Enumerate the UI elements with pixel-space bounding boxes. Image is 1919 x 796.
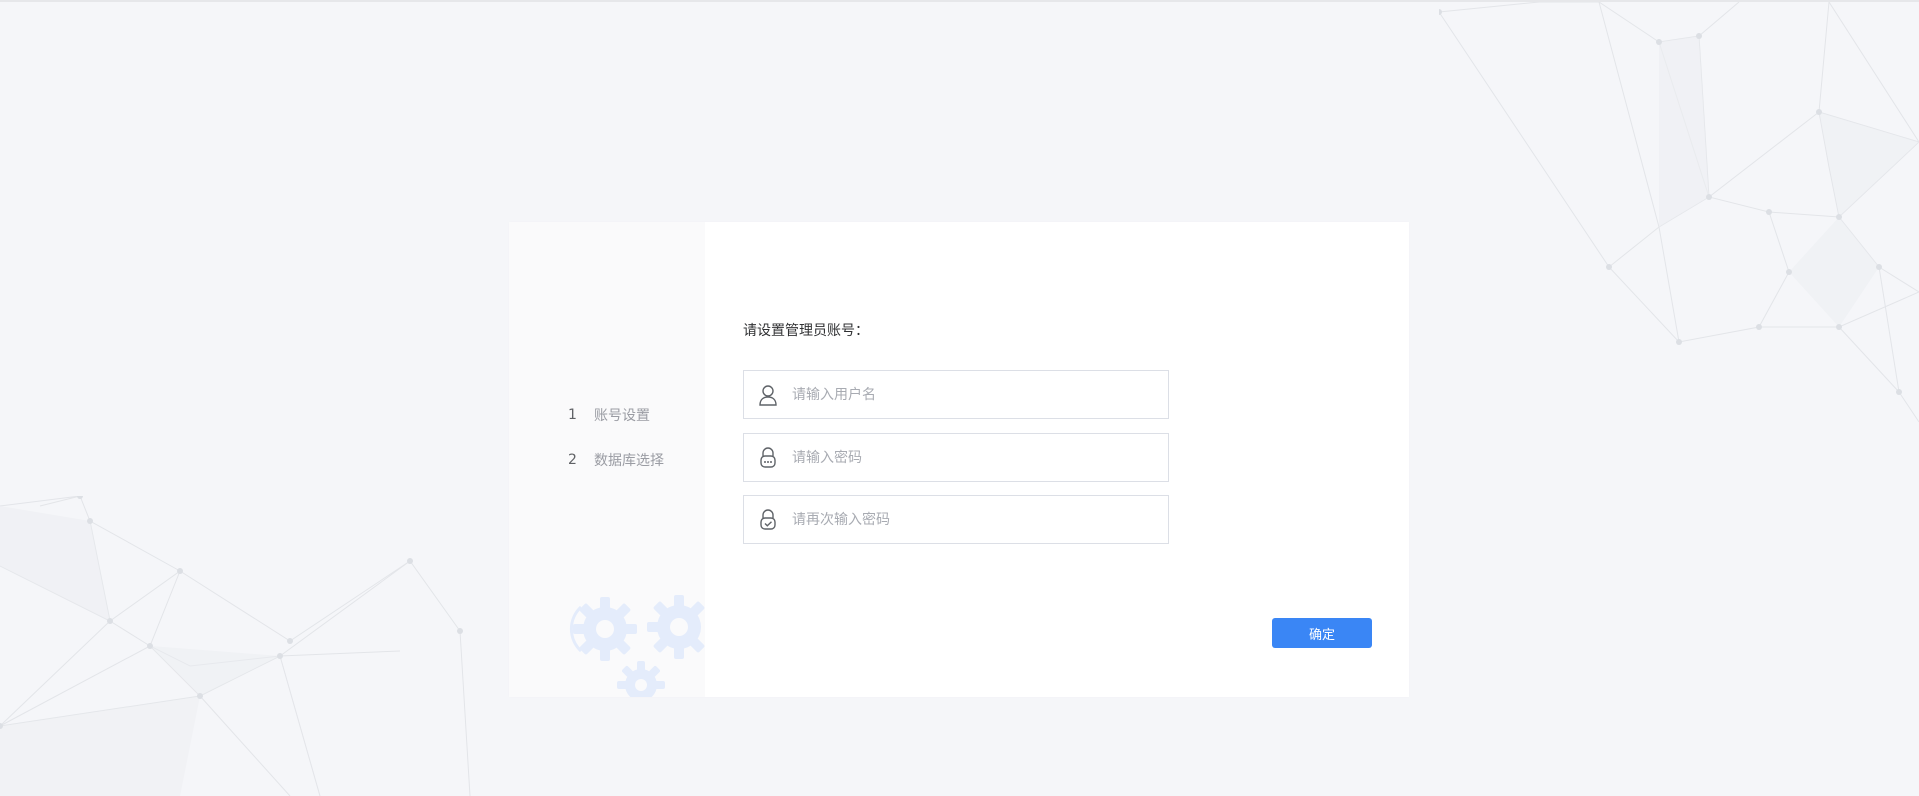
- background-polygon-decoration: [1439, 2, 1919, 423]
- confirm-password-input[interactable]: [792, 496, 1168, 543]
- step-item-database[interactable]: 2 数据库选择: [509, 437, 705, 482]
- username-input[interactable]: [792, 371, 1168, 418]
- background-polygon-decoration: [0, 496, 471, 796]
- step-number: 2: [568, 451, 577, 468]
- form-title: 请设置管理员账号：: [743, 323, 869, 339]
- setup-card: 1 账号设置 2 数据库选择 请设置管理员账号： 请输入用户名 确定: [509, 222, 1409, 697]
- gears-illustration-icon: [569, 595, 705, 697]
- confirm-password-field[interactable]: [743, 495, 1169, 544]
- step-number: 1: [568, 406, 577, 423]
- user-icon: [744, 371, 792, 418]
- step-label: 账号设置: [594, 407, 650, 424]
- password-field[interactable]: [743, 433, 1169, 482]
- account-form: 请设置管理员账号： 请输入用户名 确定: [705, 222, 1409, 697]
- confirm-button[interactable]: 确定: [1272, 618, 1372, 648]
- lock-icon: [744, 434, 792, 481]
- setup-page: 1 账号设置 2 数据库选择 请设置管理员账号： 请输入用户名 确定: [0, 0, 1919, 796]
- step-item-account[interactable]: 1 账号设置: [509, 392, 705, 437]
- password-input[interactable]: [792, 434, 1168, 481]
- username-field[interactable]: [743, 370, 1169, 419]
- lock-check-icon: [744, 496, 792, 543]
- step-label: 数据库选择: [594, 452, 664, 469]
- step-list: 1 账号设置 2 数据库选择: [509, 392, 705, 482]
- steps-sidebar: 1 账号设置 2 数据库选择: [509, 222, 705, 697]
